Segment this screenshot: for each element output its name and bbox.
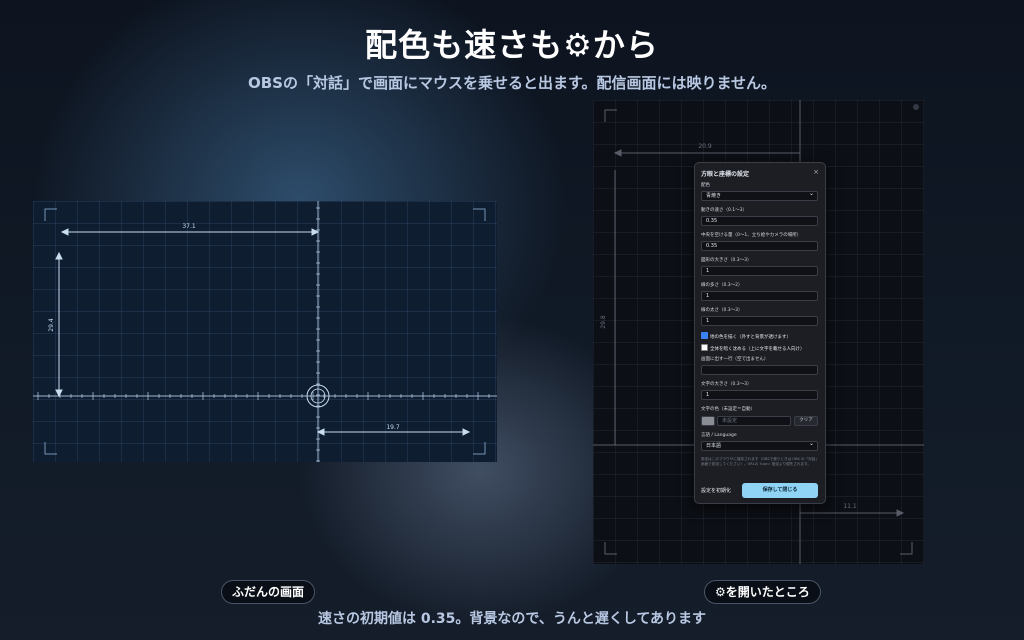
ground-color-checkbox[interactable]: 地の色を描く（外すと背景が透けます） <box>701 332 791 340</box>
measure-label-left: 29.8 <box>600 315 607 329</box>
clear-color-button[interactable]: クリア <box>794 416 818 426</box>
line-count-label: 線の多さ（0.3〜2） <box>701 283 743 288</box>
measure-label-bottom: 19.7 <box>386 424 400 431</box>
caption-line-label: 画面に出す一行（空で出ません） <box>701 357 769 362</box>
text-color-input[interactable]: 未設定 <box>717 416 791 426</box>
shape-size-input[interactable]: 1 <box>701 266 818 276</box>
caption-normal-view: ふだんの画面 <box>221 580 316 604</box>
dim-label: 全体を暗く沈める（上に文字を載せる人向け） <box>710 347 805 352</box>
corner-bracket <box>473 208 486 221</box>
corner-bracket <box>604 109 617 122</box>
reset-settings-button[interactable]: 設定を初期化 <box>701 485 731 498</box>
corner-bracket <box>473 442 486 455</box>
page-subtitle: OBSの「対話」で画面にマウスを乗せると出ます。配信画面には映りません。 <box>247 74 777 92</box>
corner-bracket <box>900 542 913 555</box>
settings-gear-dot[interactable] <box>913 104 919 110</box>
shape-size-label: 図形の大きさ（0.3〜3） <box>701 258 752 263</box>
settings-title: 方眼と座標の設定 <box>701 171 750 178</box>
checkbox-unchecked-icon[interactable] <box>701 344 708 351</box>
line-width-label: 線の太さ（0.3〜3） <box>701 308 743 313</box>
page-title: 配色も速さも⚙から <box>365 26 659 64</box>
close-icon[interactable]: × <box>813 168 819 176</box>
caption-settings-view: ⚙を開いたところ <box>704 580 821 604</box>
measure-label-left: 29.4 <box>48 318 55 332</box>
language-label: 言語 / Language <box>701 433 737 438</box>
center-gap-label: 中央を空ける量（0〜1、立ち絵やカメラの場所） <box>701 233 802 238</box>
language-select[interactable]: 日本語 <box>701 440 818 451</box>
measure-label-top: 37.1 <box>182 223 196 230</box>
corner-bracket <box>604 542 617 555</box>
caption-line-input[interactable] <box>701 365 818 375</box>
corner-bracket <box>44 208 57 221</box>
line-count-input[interactable]: 1 <box>701 291 818 301</box>
text-color-label: 文字の色（未設定＝自動） <box>701 407 755 412</box>
storage-note: 設定はこのブラウザに保存されます（OBSで使うときは OBS の「対話」画面で設… <box>701 457 818 466</box>
color-scheme-select[interactable]: 青焼き <box>701 190 818 201</box>
normal-view-screenshot: 37.1 29.4 19.7 <box>33 201 497 462</box>
measure-label-bottom: 11.1 <box>843 503 857 510</box>
center-gap-input[interactable]: 0.35 <box>701 241 818 251</box>
measure-label-top: 20.9 <box>698 143 712 150</box>
ground-color-label: 地の色を描く（外すと背景が透けます） <box>710 335 791 340</box>
text-size-input[interactable]: 1 <box>701 390 818 400</box>
footer-note: 速さの初期値は 0.35。背景なので、うんと遅くしてあります <box>317 611 706 627</box>
blueprint-overlay: 37.1 29.4 19.7 <box>33 201 497 462</box>
save-close-button[interactable]: 保存して閉じる <box>742 483 818 498</box>
checkbox-checked-icon[interactable] <box>701 332 708 339</box>
settings-panel: 方眼と座標の設定 × 配色 青焼き 動きの速さ（0.1〜3） 0.35 中央を空… <box>694 162 826 504</box>
corner-bracket <box>44 442 57 455</box>
dim-checkbox[interactable]: 全体を暗く沈める（上に文字を載せる人向け） <box>701 344 805 352</box>
speed-label: 動きの速さ（0.1〜3） <box>701 208 748 213</box>
color-scheme-label: 配色 <box>701 183 710 188</box>
speed-input[interactable]: 0.35 <box>701 216 818 226</box>
line-width-input[interactable]: 1 <box>701 316 818 326</box>
text-size-label: 文字の大きさ（0.3〜3） <box>701 382 752 387</box>
text-color-swatch[interactable] <box>701 416 715 426</box>
